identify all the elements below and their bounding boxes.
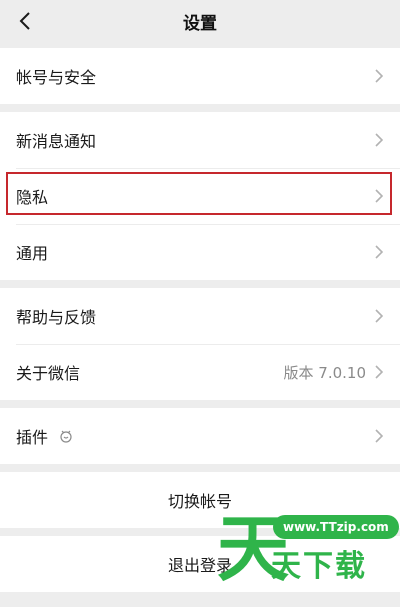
settings-item-label: 隐私 [16,188,49,207]
switch-account-button[interactable]: 切换帐号 [0,472,400,528]
spacer [0,528,400,536]
about-group: 帮助与反馈 关于微信 版本 7.0.10 [0,288,400,400]
settings-item-general[interactable]: 通用 [0,224,400,280]
spacer [0,280,400,288]
plugin-icon [58,428,74,444]
logout-button[interactable]: 退出登录 [0,536,400,592]
settings-item-help-feedback[interactable]: 帮助与反馈 [0,288,400,344]
spacer [0,104,400,112]
chevron-right-icon [374,428,384,444]
back-button[interactable] [10,6,40,36]
version-value: 版本 7.0.10 [283,363,366,382]
settings-item-label: 帐号与安全 [16,68,97,87]
settings-item-label: 新消息通知 [16,132,97,151]
settings-item-account-security[interactable]: 帐号与安全 [0,48,400,104]
nav-bar: 设置 [0,0,400,44]
account-group: 帐号与安全 [0,48,400,104]
settings-item-label: 通用 [16,244,49,263]
page-title: 设置 [183,13,217,34]
chevron-right-icon [374,364,384,380]
settings-item-notifications[interactable]: 新消息通知 [0,112,400,168]
settings-item-label: 帮助与反馈 [16,308,97,327]
chevron-right-icon [374,188,384,204]
settings-item-about-wechat[interactable]: 关于微信 版本 7.0.10 [0,344,400,400]
chevron-right-icon [374,68,384,84]
chevron-right-icon [374,244,384,260]
settings-item-privacy[interactable]: 隐私 [0,168,400,224]
settings-item-plugins[interactable]: 插件 [0,408,400,464]
settings-item-label-wrap: 插件 [16,424,374,448]
spacer [0,400,400,408]
settings-item-label: 关于微信 [16,364,81,383]
settings-item-label: 插件 [16,428,49,447]
spacer [0,464,400,472]
chevron-right-icon [374,308,384,324]
chevron-left-icon [19,12,30,30]
chevron-right-icon [374,132,384,148]
plugins-group: 插件 [0,408,400,464]
general-group: 新消息通知 隐私 通用 [0,112,400,280]
